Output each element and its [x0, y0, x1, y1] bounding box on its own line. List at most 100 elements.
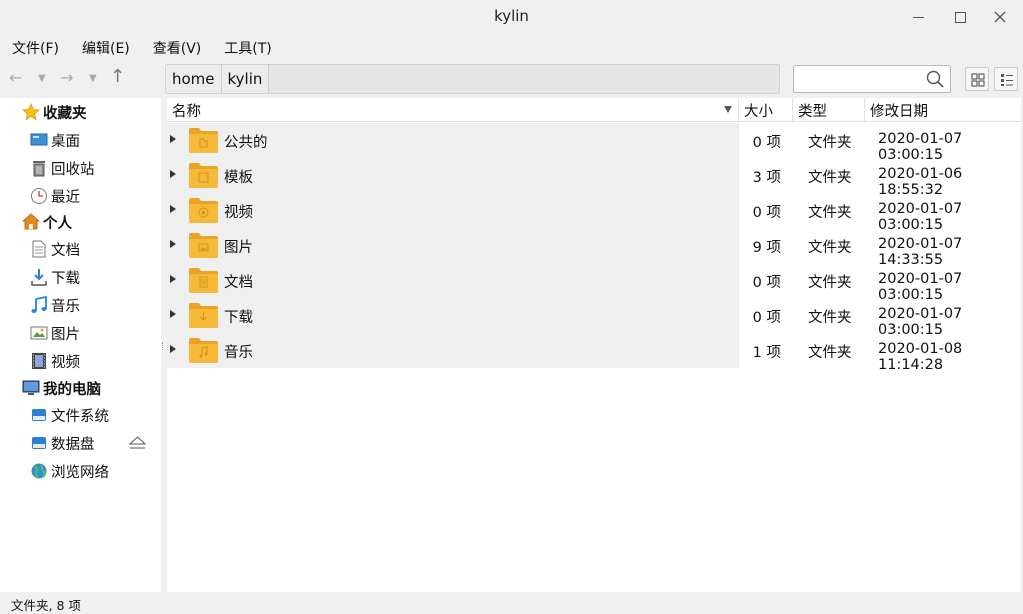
- expand-arrow-icon[interactable]: [170, 170, 176, 178]
- file-name: 模板: [224, 170, 253, 186]
- sidebar-item-music[interactable]: 音乐: [0, 292, 161, 318]
- eject-icon[interactable]: [129, 436, 146, 450]
- file-type: 文件夹: [808, 240, 852, 256]
- toolbar: ← ▼ → ▼ ↑ home kylin: [0, 62, 1023, 98]
- folder-music-icon: [189, 338, 218, 363]
- minimize-button[interactable]: [904, 6, 932, 28]
- sidebar-group-favorites[interactable]: 收藏夹: [0, 99, 161, 125]
- window-title: kylin: [494, 7, 529, 25]
- folder-share-icon: [189, 128, 218, 153]
- file-row[interactable]: 下载 0 项文件夹 2020-01-07 03:00:15: [167, 298, 1021, 338]
- forward-history-dropdown[interactable]: ▼: [89, 73, 97, 84]
- file-name-cell[interactable]: 公共的: [167, 123, 739, 158]
- maximize-button[interactable]: [946, 6, 974, 28]
- sidebar-item-desktop[interactable]: 桌面: [0, 127, 161, 153]
- sidebar-item-label: 文件系统: [51, 408, 109, 425]
- file-list: 名称 大小 类型 修改日期 公共的 0 项文件夹 2020-01-07 03:00:…: [167, 98, 1021, 592]
- menu-bar: 文件(F) 编辑(E) 查看(V) 工具(T): [0, 36, 283, 60]
- file-row[interactable]: 图片 9 项文件夹 2020-01-07 14:33:55: [167, 228, 1021, 268]
- search-icon[interactable]: [926, 70, 944, 88]
- sidebar-group-computer[interactable]: 我的电脑: [0, 375, 161, 401]
- search-input[interactable]: [793, 65, 951, 93]
- title-bar: kylin: [0, 0, 1023, 34]
- clock-icon: [31, 188, 47, 204]
- file-row[interactable]: 音乐 1 项 文件夹 2020-01-08 11:14:28: [167, 333, 1021, 373]
- file-type: 文件夹: [808, 275, 852, 291]
- file-name: 文档: [224, 275, 253, 291]
- column-name[interactable]: 名称: [167, 98, 739, 122]
- sidebar-item-data-disk[interactable]: 数据盘: [0, 430, 161, 456]
- sidebar-item-label: 视频: [51, 354, 80, 371]
- back-history-dropdown[interactable]: ▼: [38, 73, 46, 84]
- column-date[interactable]: 修改日期: [865, 98, 1021, 122]
- download-icon: [31, 269, 47, 286]
- menu-tools[interactable]: 工具(T): [212, 36, 282, 60]
- file-name: 图片: [224, 240, 253, 256]
- sidebar-group-label: 我的电脑: [43, 381, 101, 398]
- path-bar[interactable]: home kylin: [165, 64, 780, 94]
- expand-arrow-icon[interactable]: [170, 310, 176, 318]
- expand-arrow-icon[interactable]: [170, 205, 176, 213]
- icon-view-button[interactable]: [965, 67, 989, 91]
- file-name-cell[interactable]: 文档: [167, 263, 739, 298]
- home-icon: [22, 213, 40, 230]
- file-size: 9 项: [752, 240, 781, 256]
- file-type: 文件夹: [808, 310, 852, 326]
- file-name-cell[interactable]: 图片: [167, 228, 739, 263]
- expand-arrow-icon[interactable]: [170, 240, 176, 248]
- grid-view-icon: [971, 73, 985, 87]
- document-icon: [32, 240, 46, 258]
- sidebar-item-filesystem[interactable]: 文件系统: [0, 402, 161, 428]
- menu-view[interactable]: 查看(V): [141, 36, 213, 60]
- expand-arrow-icon[interactable]: [170, 345, 176, 353]
- column-header: 名称 大小 类型 修改日期: [167, 98, 1021, 122]
- file-name: 下载: [224, 310, 253, 326]
- folder-download-icon: [189, 303, 218, 328]
- list-view-icon: [1001, 74, 1013, 86]
- maximize-icon: [954, 11, 966, 23]
- sidebar: 收藏夹 桌面 回收站 最近 个人 文档 下载 音乐 图片 视频 我的电脑 文件系…: [0, 98, 161, 592]
- forward-button[interactable]: →: [60, 68, 73, 87]
- sidebar-group-personal[interactable]: 个人: [0, 209, 161, 235]
- splitter-grip[interactable]: [162, 342, 165, 350]
- back-button[interactable]: ←: [9, 68, 22, 87]
- file-size: 0 项: [752, 310, 781, 326]
- sidebar-item-pictures[interactable]: 图片: [0, 320, 161, 346]
- close-button[interactable]: [986, 6, 1014, 28]
- file-size: 3 项: [752, 170, 781, 186]
- folder-template-icon: [189, 163, 218, 188]
- breadcrumb-home[interactable]: home: [166, 65, 222, 93]
- sidebar-item-videos[interactable]: 视频: [0, 348, 161, 374]
- sidebar-item-documents[interactable]: 文档: [0, 236, 161, 262]
- file-row[interactable]: 公共的 0 项文件夹 2020-01-07 03:00:15: [167, 123, 1021, 163]
- sidebar-item-trash[interactable]: 回收站: [0, 155, 161, 181]
- breadcrumb-kylin[interactable]: kylin: [221, 65, 270, 93]
- list-view-button[interactable]: [994, 67, 1018, 91]
- expand-arrow-icon[interactable]: [170, 135, 176, 143]
- up-button[interactable]: ↑: [110, 66, 125, 87]
- column-type[interactable]: 类型: [793, 98, 865, 122]
- file-date: 2020-01-08 11:14:28: [878, 341, 963, 373]
- file-name-cell[interactable]: 模板: [167, 158, 739, 193]
- file-row[interactable]: 模板 3 项文件夹 2020-01-06 18:55:32: [167, 158, 1021, 198]
- minimize-icon: [912, 16, 924, 18]
- sidebar-group-label: 收藏夹: [43, 105, 87, 122]
- file-row[interactable]: 文档 0 项文件夹 2020-01-07 03:00:15: [167, 263, 1021, 303]
- folder-video-icon: [189, 198, 218, 223]
- computer-icon: [22, 380, 40, 395]
- expand-arrow-icon[interactable]: [170, 275, 176, 283]
- menu-edit[interactable]: 编辑(E): [70, 36, 141, 60]
- file-row[interactable]: 视频 0 项文件夹 2020-01-07 03:00:15: [167, 193, 1021, 233]
- sidebar-item-label: 数据盘: [51, 436, 95, 453]
- file-name-cell[interactable]: 视频: [167, 193, 739, 228]
- file-name-cell[interactable]: 音乐: [167, 333, 739, 368]
- status-text: 文件夹, 8 项: [11, 598, 81, 613]
- sidebar-item-network[interactable]: 浏览网络: [0, 458, 161, 484]
- column-size[interactable]: 大小: [739, 98, 793, 122]
- file-name-cell[interactable]: 下载: [167, 298, 739, 333]
- drive-icon: [32, 437, 46, 449]
- sidebar-item-downloads[interactable]: 下载: [0, 264, 161, 290]
- menu-file[interactable]: 文件(F): [0, 36, 70, 60]
- music-icon: [31, 296, 47, 313]
- sidebar-item-recent[interactable]: 最近: [0, 183, 161, 209]
